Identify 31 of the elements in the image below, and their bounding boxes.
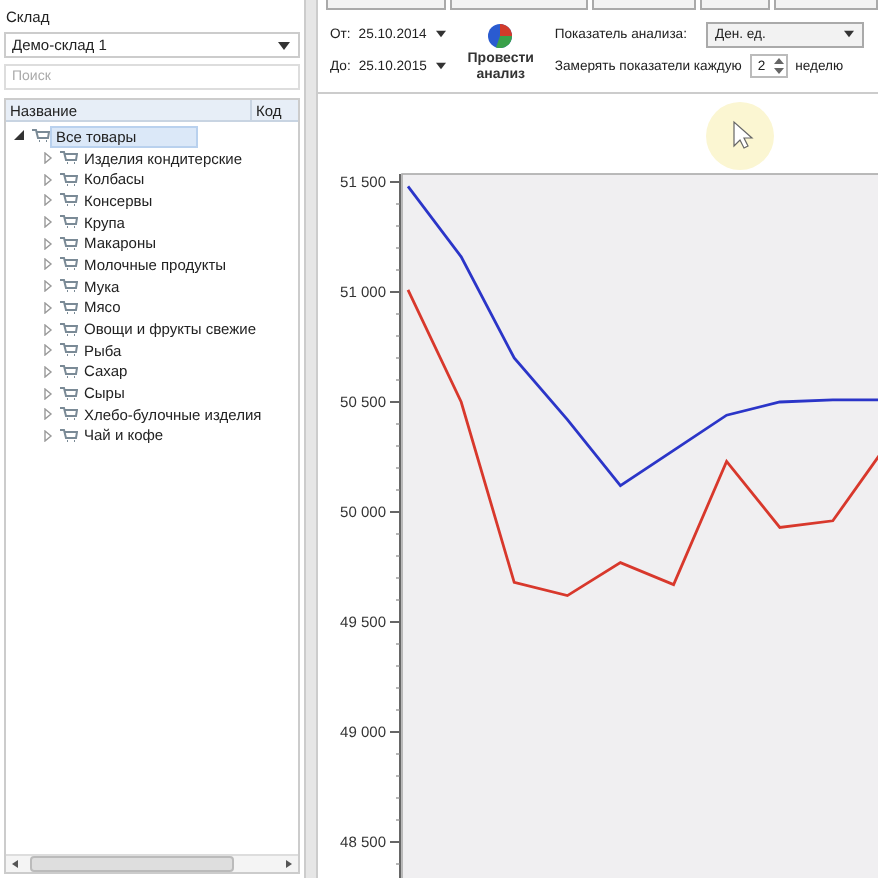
scroll-left-icon[interactable] (10, 858, 22, 870)
cart-icon (60, 385, 78, 402)
cart-icon (60, 363, 78, 380)
cart-icon (60, 214, 78, 231)
pie-chart-icon (484, 22, 517, 50)
cart-icon (60, 171, 78, 188)
tab[interactable] (591, 0, 696, 10)
cart-icon (60, 342, 78, 359)
expanded-triangle-icon[interactable] (14, 130, 26, 143)
mouse-cursor-drawing (706, 102, 774, 170)
scroll-right-icon[interactable] (282, 858, 294, 870)
cart-icon (60, 321, 78, 338)
caret-icon (436, 62, 447, 70)
tab[interactable] (699, 0, 771, 10)
cart-icon (60, 278, 78, 295)
cart-icon (60, 427, 78, 444)
caret-icon (278, 41, 290, 49)
horizontal-scrollbar[interactable] (6, 854, 298, 872)
caret-icon (436, 30, 447, 38)
caret-icon (844, 30, 855, 38)
cart-icon (32, 128, 50, 145)
cart-icon (60, 256, 78, 273)
tab[interactable] (326, 0, 447, 10)
cart-icon (60, 406, 78, 423)
cart-icon (60, 235, 78, 252)
spinner-arrows-icon[interactable] (773, 58, 784, 74)
cart-icon (60, 150, 78, 167)
cart-icon (60, 299, 78, 316)
tab[interactable] (450, 0, 588, 10)
tab[interactable] (774, 0, 878, 10)
cart-icon (60, 192, 78, 209)
